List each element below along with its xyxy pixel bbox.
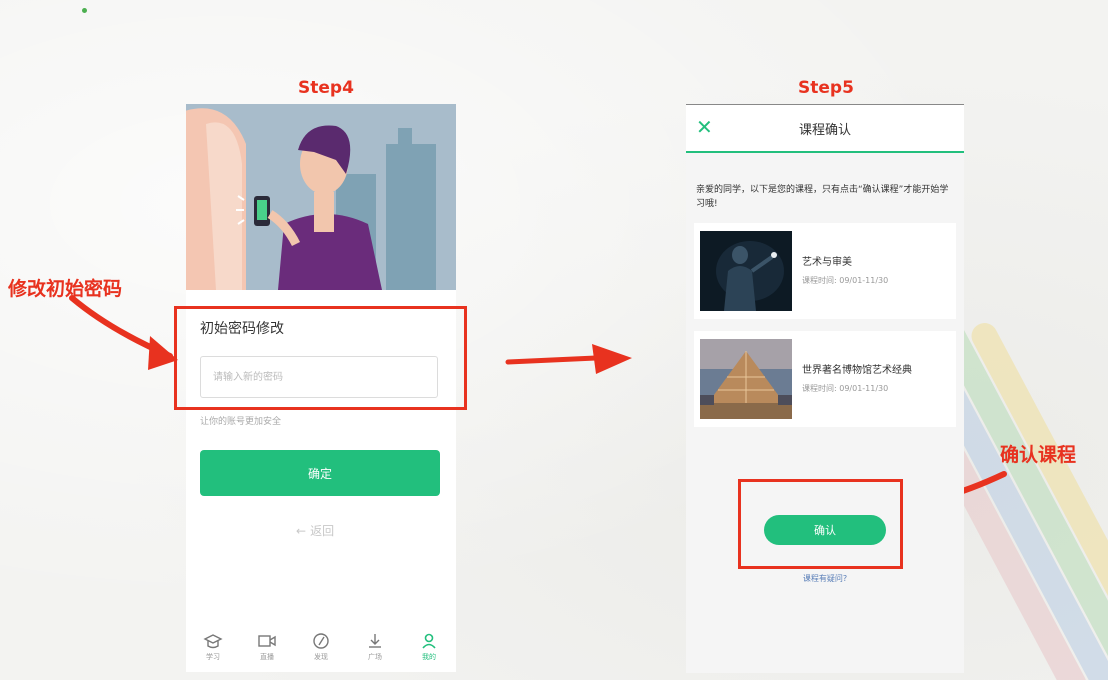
header: ✕ 课程确认 — [686, 105, 964, 153]
nav-item-live[interactable]: 直播 — [247, 632, 287, 662]
course-card[interactable]: 艺术与审美 课程时间: 09/01-11/30 — [694, 223, 956, 319]
course-time: 课程时间: 09/01-11/30 — [802, 384, 889, 393]
phone-screen-course-confirm: ✕ 课程确认 亲爱的同学，以下是您的课程，只有点击“确认课程”才能开始学习哦! … — [686, 104, 964, 673]
compass-icon — [313, 633, 329, 649]
hero-illustration — [186, 104, 456, 290]
nav-label: 发现 — [314, 653, 328, 661]
video-camera-icon — [258, 635, 276, 647]
intro-text: 亲爱的同学，以下是您的课程，只有点击“确认课程”才能开始学习哦! — [696, 185, 949, 209]
nav-label: 直播 — [260, 653, 274, 661]
graduation-cap-icon — [203, 634, 223, 649]
back-link[interactable]: ← 返回 — [296, 522, 334, 539]
highlight-confirm-button — [738, 479, 903, 569]
arrow-between-steps — [505, 344, 632, 374]
nav-item-plaza[interactable]: 广场 — [355, 632, 395, 662]
course-time: 课程时间: 09/01-11/30 — [802, 276, 889, 285]
nav-label: 广场 — [368, 653, 382, 661]
confirm-password-button[interactable]: 确定 — [200, 450, 440, 496]
bottom-nav: 学习 直播 发现 广场 我的 — [186, 622, 456, 672]
course-question-link[interactable]: 课程有疑问? — [686, 573, 964, 584]
nav-label: 我的 — [422, 653, 436, 661]
course-name: 艺术与审美 — [802, 257, 852, 268]
course-card[interactable]: 世界著名博物馆艺术经典 课程时间: 09/01-11/30 — [694, 331, 956, 427]
confirm-password-label: 确定 — [307, 466, 332, 481]
course-list-body: 亲爱的同学，以下是您的课程，只有点击“确认课程”才能开始学习哦! 艺术与审美 课… — [686, 153, 964, 673]
security-hint: 让你的账号更加安全 — [200, 417, 282, 427]
nav-item-discover[interactable]: 发现 — [301, 632, 341, 662]
back-label: 返回 — [310, 524, 335, 538]
nav-item-study[interactable]: 学习 — [193, 632, 233, 662]
user-icon — [422, 633, 436, 649]
course-thumbnail — [700, 231, 792, 311]
arrow-left-icon: ← — [296, 523, 307, 538]
course-thumbnail — [700, 339, 792, 419]
nav-label: 学习 — [206, 653, 220, 661]
page-title: 课程确认 — [798, 123, 851, 138]
course-name: 世界著名博物馆艺术经典 — [802, 365, 912, 376]
plaza-icon — [369, 634, 381, 648]
highlight-password-form — [174, 306, 467, 410]
nav-item-mine[interactable]: 我的 — [409, 632, 449, 662]
